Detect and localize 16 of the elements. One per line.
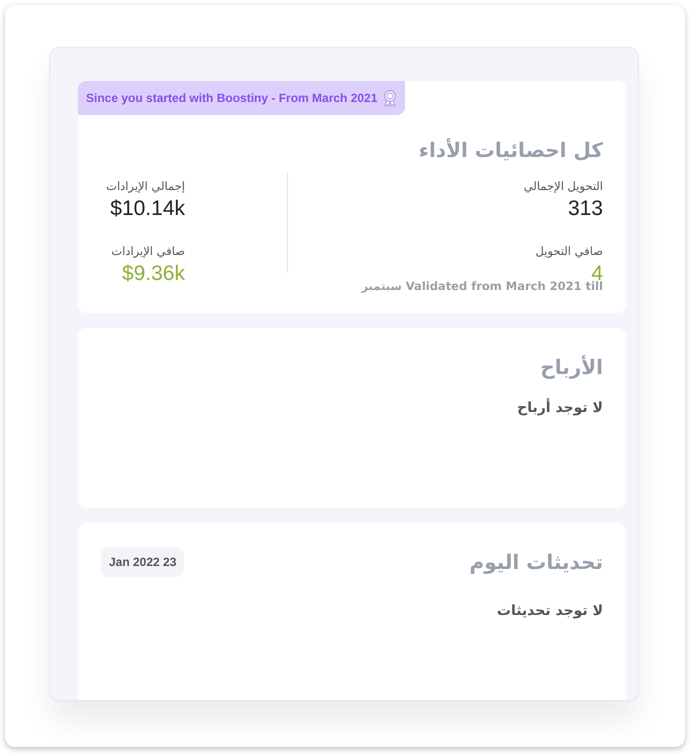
empty-message: لا توجد أرباح bbox=[516, 398, 603, 418]
stat-value: 313 bbox=[566, 197, 603, 220]
stat-label: صافي الإيرادات bbox=[111, 243, 185, 260]
stat-value: $10.14k bbox=[109, 197, 185, 220]
section-title: تحديثات اليوم bbox=[470, 549, 603, 576]
stat-label: صافي التحويل bbox=[536, 243, 603, 260]
stat-label: إجمالي الإيرادات bbox=[106, 178, 185, 195]
stat-label: التحويل الإجمالي bbox=[524, 178, 603, 195]
empty-message: لا توجد تحديثات bbox=[496, 602, 603, 621]
validated-note: Validated from March 2021 till سبتمبر bbox=[362, 279, 603, 295]
section-title: الأرباح bbox=[539, 354, 603, 381]
date-chip: Jan 2022 23 bbox=[101, 547, 184, 577]
stat-value: $9.36k bbox=[120, 262, 185, 286]
since-banner: Since you started with Boostiny - From March 2021 bbox=[78, 81, 406, 115]
section-title: كل احصائيات الأداء bbox=[418, 137, 603, 164]
ribbon-award-icon bbox=[383, 90, 398, 106]
